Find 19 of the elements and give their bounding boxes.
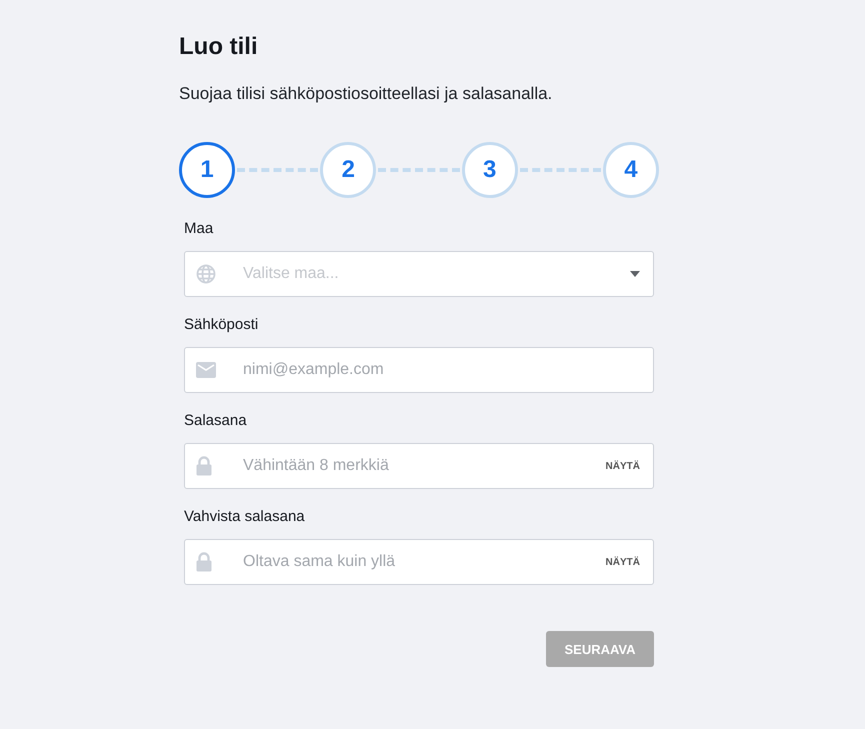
email-field[interactable]: nimi@example.com (184, 347, 654, 393)
page-title: Luo tili (179, 32, 259, 62)
globe-icon (196, 264, 216, 284)
step-indicator: 1 (179, 142, 235, 198)
step-indicator: 4 (602, 142, 659, 198)
show-password-button[interactable]: NÄYTÄ (606, 556, 640, 568)
country-select[interactable]: Valitse maa... (184, 251, 654, 297)
lock-icon (196, 552, 212, 572)
show-password-button[interactable]: NÄYTÄ (606, 460, 640, 472)
step-indicator: 2 (320, 142, 376, 198)
page-subtitle: Suojaa tilisi sähköpostiosoitteellasi ja salasanalla. (179, 83, 554, 105)
field-label: Sähköposti (184, 316, 260, 334)
field-label: Salasana (184, 412, 248, 430)
mail-icon (196, 362, 216, 378)
field-label: Vahvista salasana (184, 508, 306, 526)
lock-icon (196, 456, 212, 476)
field-label: Maa (184, 220, 214, 238)
caret-icon (630, 271, 640, 277)
step-indicator: 3 (462, 142, 518, 198)
